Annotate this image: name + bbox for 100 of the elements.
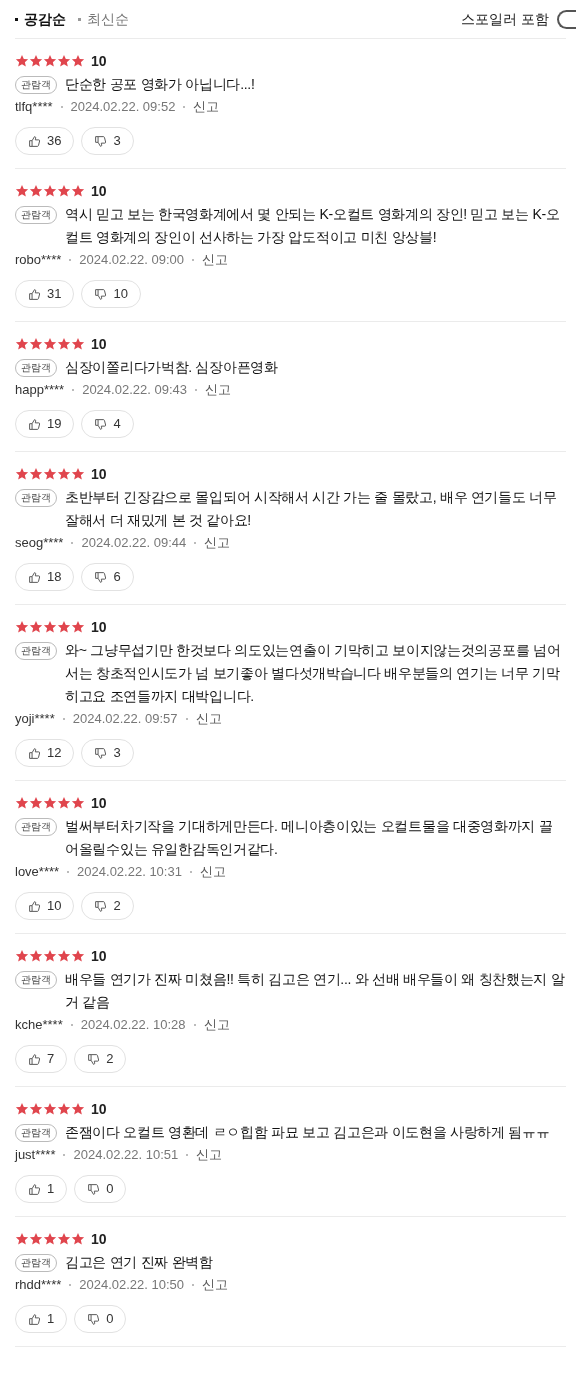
star-icon <box>29 337 43 351</box>
star-icon <box>43 54 57 68</box>
review-date: 2024.02.22. 10:31 <box>77 863 182 882</box>
star-icon <box>43 184 57 198</box>
thumbs-up-icon <box>28 1052 41 1066</box>
star-icon <box>43 1102 57 1116</box>
report-link[interactable]: 신고 <box>205 380 231 400</box>
star-icon <box>15 949 29 963</box>
star-icon <box>15 467 29 481</box>
report-link[interactable]: 신고 <box>199 862 226 882</box>
star-icon <box>71 467 85 481</box>
review-date: 2024.02.22. 09:52 <box>70 98 176 117</box>
star-icon <box>71 54 85 68</box>
review-text: 와~ 그냥무섭기만 한것보다 의도있는연출이 기막히고 보이지않는것의공포를 넘어서는 창초적인시도가 넘 보기좋아 별다섯개박습니다 배우분들의 연기는 너무 기막히고요 조연들까지 대박입니다. <box>65 641 562 706</box>
star-icon <box>15 796 29 810</box>
thumbs-up-icon <box>28 899 41 913</box>
thumbs-down-icon <box>94 899 108 913</box>
star-icon <box>43 949 57 963</box>
review-date: 2024.02.22. 10:51 <box>73 1146 179 1165</box>
star-icon <box>57 1232 71 1246</box>
review-text: 김고은 연기 진짜 완벽함 <box>65 1253 213 1272</box>
thumbs-down-icon <box>94 287 108 301</box>
star-icon <box>71 337 85 351</box>
score: 10 <box>91 51 107 71</box>
score: 10 <box>91 1099 107 1119</box>
star-icon <box>15 620 29 634</box>
review-date: 2024.02.22. 09:57 <box>72 710 178 729</box>
spoiler-label: 스포일러 포함 <box>461 9 549 29</box>
report-link[interactable]: 신고 <box>196 1145 223 1165</box>
star-icon <box>71 620 85 634</box>
star-icon <box>43 337 57 351</box>
thumbs-down-icon <box>94 417 108 431</box>
report-link[interactable]: 신고 <box>203 1015 230 1035</box>
star-icon <box>57 949 71 963</box>
star-icon <box>57 337 71 351</box>
star-icon <box>71 1232 85 1246</box>
user-id: yoji**** <box>15 710 55 729</box>
star-icon <box>57 184 71 198</box>
star-icon <box>43 620 57 634</box>
sort-tab[interactable]: 공감순 <box>15 8 66 30</box>
thumbs-down-icon <box>87 1052 101 1066</box>
review-text: 역시 믿고 보는 한국영화계에서 몇 안되는 K-오컬트 영화계의 장인! 믿고 보는 K-오컬트 영화계의 장인이 선사하는 가장 압도적이고 미친 앙상블! <box>65 205 561 247</box>
star-icon <box>71 1102 85 1116</box>
user-id: happ**** <box>15 381 65 400</box>
sort-tab[interactable]: 최신순 <box>78 8 129 30</box>
thumbs-up-icon <box>28 134 41 148</box>
star-icon <box>43 796 57 810</box>
user-id: tlfq**** <box>15 98 53 117</box>
star-icon <box>43 467 57 481</box>
review-text: 배우들 연기가 진짜 미쳤음!! 특히 김고은 연기... 와 선배 배우들이 왜 칭찬했는지 알거 같음 <box>65 970 566 1012</box>
score: 10 <box>91 946 107 966</box>
score: 10 <box>91 1229 107 1249</box>
report-link[interactable]: 신고 <box>202 1275 229 1295</box>
thumbs-up-icon <box>28 746 41 760</box>
star-icon <box>15 1102 29 1116</box>
star-icon <box>29 949 43 963</box>
star-icon <box>57 620 71 634</box>
star-icon <box>43 1232 57 1246</box>
star-icon <box>15 184 29 198</box>
user-id: kche**** <box>15 1016 63 1035</box>
user-id: seog**** <box>15 534 64 553</box>
report-link[interactable]: 신고 <box>195 709 222 729</box>
star-icon <box>57 1102 71 1116</box>
score: 10 <box>91 617 107 637</box>
report-link[interactable]: 신고 <box>204 533 231 553</box>
report-link[interactable]: 신고 <box>193 97 220 117</box>
score: 10 <box>91 181 107 201</box>
star-icon <box>57 796 71 810</box>
score: 10 <box>91 464 107 484</box>
star-icon <box>29 184 43 198</box>
review-text: 단순한 공포 영화가 아닙니다...! <box>65 75 255 94</box>
thumbs-down-icon <box>94 134 108 148</box>
thumbs-down-icon <box>87 1312 101 1326</box>
review-date: 2024.02.22. 10:50 <box>79 1276 185 1295</box>
score: 10 <box>91 334 107 354</box>
star-icon <box>15 1232 29 1246</box>
thumbs-up-icon <box>28 570 41 584</box>
star-icon <box>29 467 43 481</box>
user-id: just**** <box>15 1146 56 1165</box>
report-link[interactable]: 신고 <box>202 250 229 270</box>
user-id: robo**** <box>15 251 62 270</box>
star-icon <box>29 1102 43 1116</box>
star-icon <box>71 796 85 810</box>
user-id: love**** <box>15 863 60 882</box>
review-text: 존잼이다 오컬트 영환데 ㄹㅇ힙함 파묘 보고 김고은과 이도현을 사랑하게 됨ㅠㅠ <box>65 1123 550 1142</box>
user-id: rhdd**** <box>15 1276 62 1295</box>
star-icon <box>29 796 43 810</box>
star-icon <box>57 54 71 68</box>
thumbs-down-icon <box>87 1182 101 1196</box>
thumbs-up-icon <box>28 287 41 301</box>
thumbs-up-icon <box>28 417 41 431</box>
star-icon <box>29 620 43 634</box>
review-date: 2024.02.22. 10:28 <box>80 1016 186 1035</box>
thumbs-up-icon <box>28 1182 41 1196</box>
thumbs-down-icon <box>94 746 108 760</box>
star-icon <box>71 949 85 963</box>
thumbs-down-icon <box>94 570 108 584</box>
star-icon <box>15 337 29 351</box>
star-icon <box>57 467 71 481</box>
spoiler-toggle[interactable] <box>557 9 576 29</box>
